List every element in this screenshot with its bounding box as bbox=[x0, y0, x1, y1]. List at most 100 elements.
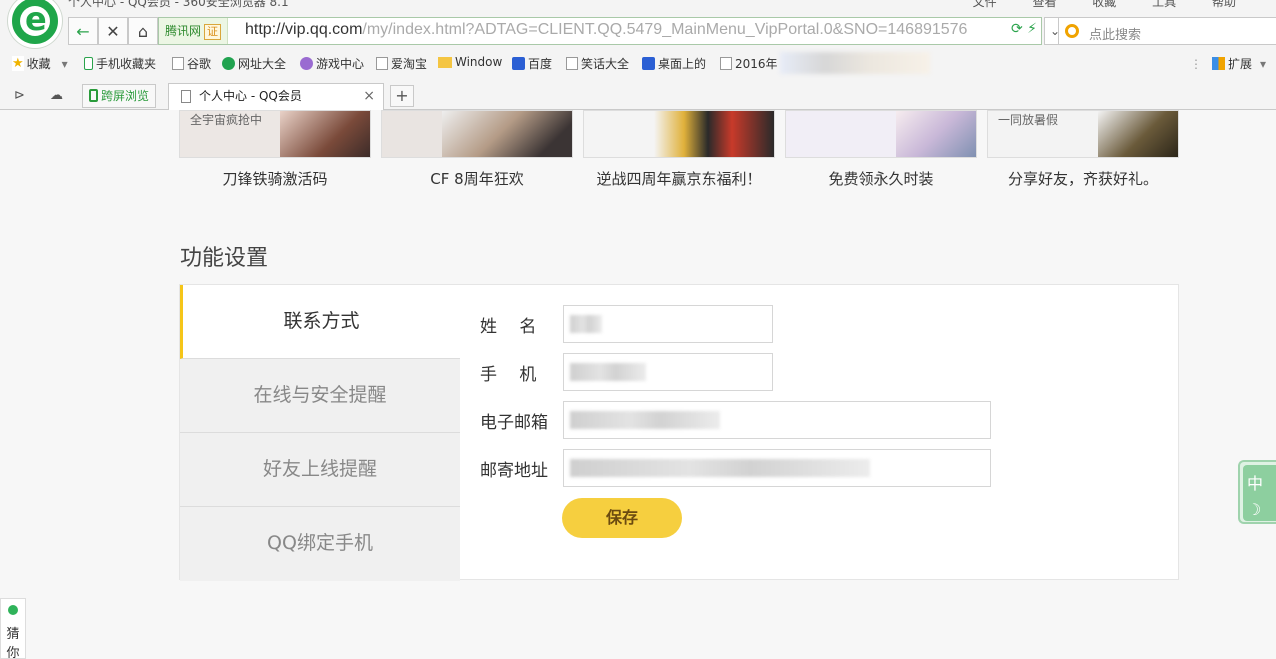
address-label: 邮寄地址 bbox=[480, 461, 548, 481]
menu-file[interactable]: 文件 bbox=[973, 0, 997, 9]
bookmark-favorites[interactable]: ★ 收藏 ▾ bbox=[12, 55, 68, 72]
extensions-icon bbox=[1211, 57, 1225, 70]
url-path: /my/index.html?ADTAG=CLIENT.QQ.5479_Main… bbox=[362, 21, 968, 38]
menu-help[interactable]: 帮助 bbox=[1212, 0, 1236, 9]
email-field[interactable] bbox=[563, 401, 991, 439]
guess-widget-text-2: 你 bbox=[6, 646, 20, 659]
moon-icon: ☽ bbox=[1247, 500, 1262, 519]
phone-label: 手 机 bbox=[480, 365, 537, 385]
bookmark-item[interactable]: 笑话大全 bbox=[566, 55, 629, 72]
plus-icon: + bbox=[395, 86, 409, 105]
chevron-down-icon: ▾ bbox=[61, 56, 68, 71]
bookmark-label: 谷歌 bbox=[187, 57, 212, 71]
page-icon bbox=[566, 57, 578, 70]
home-button[interactable]: ⌂ bbox=[128, 17, 158, 45]
bookmark-item[interactable]: 爱淘宝 bbox=[376, 55, 427, 72]
game-icon bbox=[300, 57, 313, 70]
blurred-value bbox=[570, 315, 602, 333]
close-tab-icon[interactable]: × bbox=[363, 84, 375, 108]
cloud-icon[interactable]: ☁ bbox=[50, 88, 63, 103]
star-icon: ★ bbox=[12, 56, 24, 71]
promo-image[interactable] bbox=[785, 110, 977, 158]
page-icon bbox=[172, 57, 184, 70]
cross-screen-button[interactable]: 跨屏浏览 bbox=[82, 84, 157, 108]
sidebar-toggle-icon[interactable]: ⊳ bbox=[14, 88, 25, 103]
tab-bar: ⊳ ☁ 跨屏浏览 个人中心 - QQ会员 × + bbox=[0, 81, 1276, 111]
tab-active[interactable]: 个人中心 - QQ会员 × bbox=[168, 83, 384, 111]
bookmark-label: 网址大全 bbox=[238, 57, 287, 71]
promo-caption[interactable]: 逆战四周年赢京东福利！ bbox=[583, 168, 775, 189]
title-bar: 个人中心 - QQ会员 - 360安全浏览器 8.1 文件 查看 收藏 工具 帮… bbox=[68, 0, 1276, 10]
bookmark-label: 爱淘宝 bbox=[391, 57, 428, 71]
promo-image[interactable]: 一同放暑假 bbox=[987, 110, 1179, 158]
name-field[interactable] bbox=[563, 305, 773, 343]
guess-widget-text-1: 猜 bbox=[6, 627, 20, 642]
bookmark-item[interactable]: 百度 bbox=[512, 55, 552, 72]
site-identity-label: 腾讯网 bbox=[165, 24, 202, 38]
bookmark-item[interactable]: Window bbox=[438, 55, 502, 69]
ime-widget-inner: 中 ☽ bbox=[1243, 465, 1276, 521]
promo-art bbox=[280, 111, 370, 157]
status-dot-icon bbox=[8, 605, 18, 615]
site-identity-badge[interactable]: 腾讯网证 bbox=[159, 18, 229, 44]
menu-view[interactable]: 查看 bbox=[1032, 0, 1056, 9]
address-status-icons: ⟳ ⚡ bbox=[1011, 21, 1037, 37]
promo-image[interactable]: 全宇宙疯抢中 bbox=[179, 110, 371, 158]
promo-image[interactable] bbox=[583, 110, 775, 158]
bookmark-label: Window bbox=[455, 55, 503, 69]
bookmark-item[interactable]: 2016年 bbox=[720, 55, 778, 72]
search-placeholder: 点此搜索 bbox=[1089, 28, 1142, 43]
blurred-value bbox=[570, 363, 646, 381]
ime-widget[interactable]: 中 ☽ bbox=[1238, 460, 1276, 524]
promo-image[interactable] bbox=[381, 110, 573, 158]
stop-button[interactable]: ✕ bbox=[98, 17, 128, 45]
settings-tab-bind-phone[interactable]: QQ绑定手机 bbox=[180, 507, 460, 581]
new-tab-button[interactable]: + bbox=[390, 85, 414, 107]
bookmark-item[interactable]: 手机收藏夹 bbox=[84, 55, 156, 72]
lightning-icon[interactable]: ⚡ bbox=[1027, 21, 1037, 37]
bookmark-item[interactable]: 游戏中心 bbox=[300, 55, 364, 72]
settings-tab-security-alerts[interactable]: 在线与安全提醒 bbox=[180, 359, 460, 433]
browser-logo-icon[interactable] bbox=[8, 0, 62, 48]
search-box[interactable]: 点此搜索 bbox=[1058, 17, 1276, 45]
folder-icon bbox=[438, 56, 452, 68]
menu-favorites[interactable]: 收藏 bbox=[1092, 0, 1116, 9]
blurred-bookmarks bbox=[780, 52, 930, 74]
window-title: 个人中心 - QQ会员 - 360安全浏览器 8.1 bbox=[68, 0, 289, 9]
promo-caption[interactable]: 刀锋铁骑激活码 bbox=[179, 168, 371, 189]
baidu-icon bbox=[512, 57, 525, 70]
save-button[interactable]: 保存 bbox=[562, 498, 682, 538]
extensions-button[interactable]: ⋮ 扩展 ▾ bbox=[1190, 55, 1266, 72]
stop-icon: ✕ bbox=[106, 21, 120, 41]
ime-mode-label: 中 bbox=[1247, 474, 1264, 493]
home-icon: ⌂ bbox=[137, 21, 149, 41]
promo-caption[interactable]: 分享好友，齐获好礼。 bbox=[987, 168, 1179, 189]
bookmark-item[interactable]: 谷歌 bbox=[172, 55, 211, 72]
name-label: 姓 名 bbox=[480, 317, 537, 337]
chevron-down-icon: ▾ bbox=[1259, 57, 1266, 71]
bookmark-label: 收藏 bbox=[26, 57, 51, 71]
blurred-value bbox=[570, 411, 720, 429]
guess-widget[interactable]: 猜 你 bbox=[0, 598, 26, 659]
address-bar[interactable]: 腾讯网证 http://vip.qq.com/my/index.html?ADT… bbox=[158, 17, 1042, 45]
more-icon: ⋮ bbox=[1189, 57, 1202, 71]
promo-art bbox=[442, 111, 572, 157]
back-button[interactable]: ← bbox=[68, 17, 98, 45]
address-url[interactable]: http://vip.qq.com/my/index.html?ADTAG=CL… bbox=[245, 21, 967, 39]
promo-caption[interactable]: 免费领永久时装 bbox=[785, 168, 977, 189]
menu-bar: 文件 查看 收藏 工具 帮助 bbox=[941, 0, 1236, 10]
promo-art bbox=[654, 111, 774, 157]
menu-tools[interactable]: 工具 bbox=[1152, 0, 1176, 9]
settings-tab-friend-online[interactable]: 好友上线提醒 bbox=[180, 433, 460, 507]
search-engine-icon[interactable] bbox=[1065, 24, 1079, 38]
settings-tab-contact[interactable]: 联系方式 bbox=[180, 285, 460, 359]
phone-field[interactable] bbox=[563, 353, 773, 391]
bookmark-label: 笑话大全 bbox=[581, 57, 630, 71]
refresh-icon[interactable]: ⟳ bbox=[1011, 21, 1023, 37]
bookmark-item[interactable]: 桌面上的 bbox=[642, 55, 706, 72]
page-content: 全宇宙疯抢中 刀锋铁骑激活码 CF 8周年狂欢 逆战四周年赢京东福利！ 免费领永… bbox=[0, 110, 1276, 659]
promo-caption[interactable]: CF 8周年狂欢 bbox=[381, 168, 573, 189]
address-field[interactable] bbox=[563, 449, 991, 487]
bookmark-item[interactable]: 网址大全 bbox=[222, 55, 286, 72]
bookmark-label: 2016年 bbox=[735, 57, 778, 71]
